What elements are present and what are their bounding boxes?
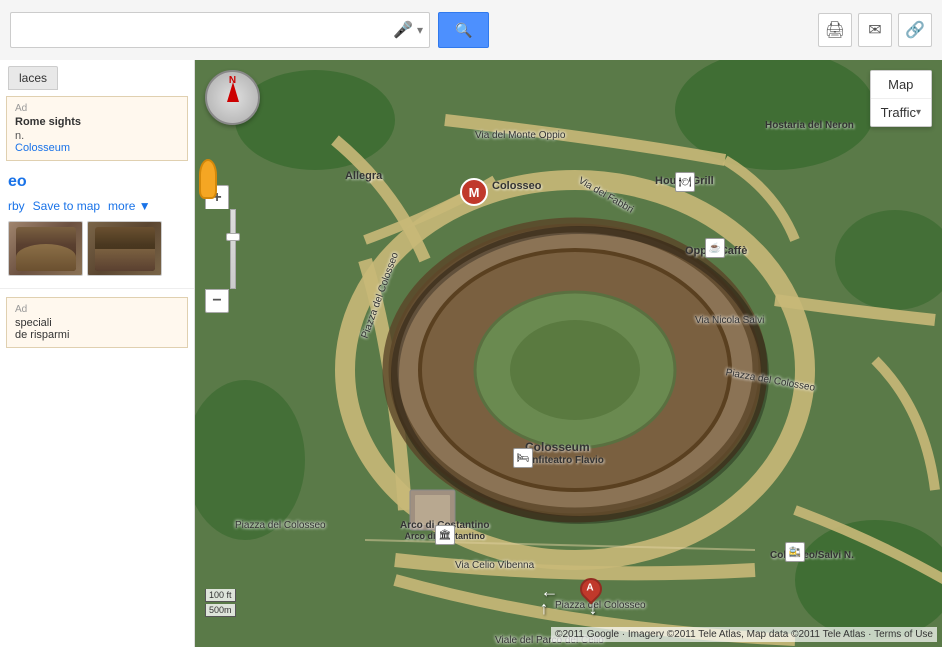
colosseo-salvi-label: Colosseo/Salvi N. (770, 550, 854, 561)
search-button[interactable]: 🔍 (438, 12, 489, 48)
sidebar-ad-1: Ad Rome sights n. Colosseum (6, 96, 188, 161)
piazza-colosseo-label-bottom: Piazza del Colosseo (235, 520, 326, 531)
zoom-out-button[interactable]: − (205, 289, 229, 313)
save-to-map-link[interactable]: Save to map (33, 199, 100, 213)
thumbnail-1[interactable] (8, 221, 83, 276)
map-container[interactable]: Via del Monte Oppio Via dei Fabbri Via N… (195, 60, 942, 647)
traffic-label: Traffic (881, 105, 916, 120)
metro-icon: M (469, 185, 480, 200)
ad-text-2: de risparmi (15, 329, 179, 341)
metro-marker[interactable]: M (460, 178, 488, 206)
sidebar-actions: rby Save to map more ▼ (0, 199, 194, 213)
nearby-link[interactable]: rby (8, 199, 25, 213)
nav-up-arrow[interactable]: ↑ (540, 598, 549, 619)
poi-colosseo-salvi: 🚉 (785, 542, 805, 562)
email-icon: ✉ (868, 20, 881, 40)
traffic-button[interactable]: Traffic ▾ (871, 99, 931, 126)
zoom-controls: + − (205, 185, 260, 313)
map-type-controls: Map Traffic ▾ (870, 70, 932, 127)
compass-arrow (227, 82, 239, 102)
traffic-dropdown-arrow[interactable]: ▾ (916, 107, 921, 118)
ad-text-1: speciali (15, 317, 179, 329)
sidebar: laces Ad Rome sights n. Colosseum eo rby… (0, 60, 195, 647)
link-button[interactable]: 🔗 (898, 13, 932, 47)
sidebar-thumbnails (0, 213, 194, 284)
ad-subtitle-1: n. (15, 130, 179, 142)
via-monte-oppio-label: Via del Monte Oppio (475, 130, 565, 141)
thumbnail-2[interactable] (87, 221, 162, 276)
sidebar-divider (0, 288, 194, 289)
scale-m: 500m (205, 604, 236, 617)
zoom-slider-thumb[interactable] (226, 233, 240, 241)
search-input[interactable]: piazze del colosseo roma italia (17, 22, 393, 39)
ad-label-1: Ad (15, 103, 179, 114)
marker-a-container[interactable]: A (580, 578, 602, 600)
header-actions: 🖨 ✉ 🔗 (818, 13, 932, 47)
poi-hotel: 🛏 (513, 448, 533, 468)
marker-a-label: A (586, 582, 593, 593)
poi-oppio: ☕ (705, 238, 725, 258)
more-link[interactable]: more ▼ (108, 199, 151, 213)
allegra-label: Allegra (345, 170, 382, 182)
search-dropdown-icon[interactable]: ▾ (417, 23, 423, 37)
map-controls: N + − (205, 70, 260, 313)
via-nicola-salvi-label: Via Nicola Salvi (695, 315, 764, 326)
print-button[interactable]: 🖨 (818, 13, 852, 47)
colosseum-main-label: Colosseum (525, 440, 590, 454)
sidebar-collapse-arrow[interactable]: ◀ (194, 334, 195, 374)
poi-arch: 🏛 (435, 525, 455, 545)
via-celio-vibenna-label: Via Celio Vibenna (455, 560, 534, 571)
zoom-slider[interactable] (230, 209, 236, 289)
anfiteatro-label: Anfiteatro Flavio (525, 455, 604, 466)
poi-house-grill: 🍽 (675, 172, 695, 192)
scale-bar: 100 ft 500m (205, 589, 236, 617)
search-box: piazze del colosseo roma italia 🎤 ▾ (10, 12, 430, 48)
metro-colosseo-label: Colosseo (492, 180, 542, 192)
header: piazze del colosseo roma italia 🎤 ▾ 🔍 🖨 … (0, 0, 942, 60)
map-type-map-btn[interactable]: Map (871, 71, 931, 99)
microphone-icon[interactable]: 🎤 (393, 20, 413, 40)
scale-ft: 100 ft (205, 589, 236, 602)
pegman[interactable] (199, 159, 217, 199)
compass[interactable]: N (205, 70, 260, 125)
sidebar-places-tab[interactable]: laces (8, 66, 58, 90)
ad-link-1[interactable]: Colosseum (15, 142, 70, 154)
link-icon: 🔗 (905, 20, 925, 40)
print-icon: 🖨 (825, 20, 845, 40)
search-icon: 🔍 (455, 22, 472, 39)
result-title[interactable]: eo (0, 167, 194, 193)
sidebar-ad-2: Ad speciali de risparmi (6, 297, 188, 348)
map-attribution: ©2011 Google · Imagery ©2011 Tele Atlas,… (551, 627, 937, 642)
hostaria-label: Hostaria del Neron (765, 120, 854, 131)
ad-title-1: Rome sights (15, 116, 179, 128)
ad-label-2: Ad (15, 304, 179, 315)
email-button[interactable]: ✉ (858, 13, 892, 47)
